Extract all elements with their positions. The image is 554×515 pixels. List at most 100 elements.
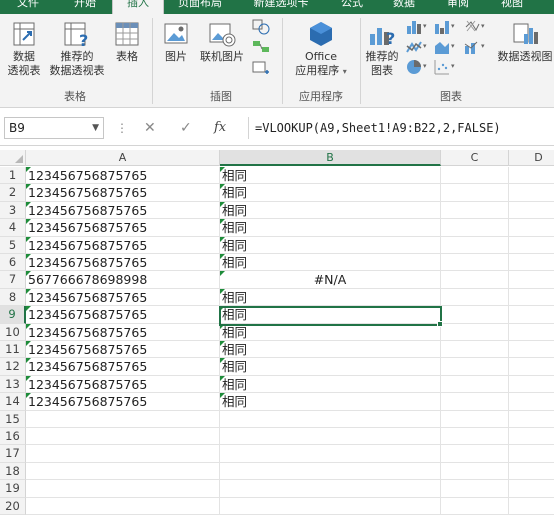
cell-d[interactable] [509,358,554,376]
column-header-c[interactable]: C [441,150,509,166]
cell-c[interactable] [441,428,509,446]
cell-b[interactable]: 相同 [220,288,441,307]
cell-a[interactable] [26,428,220,446]
row-header[interactable]: 12 [0,358,26,376]
row-header[interactable]: 19 [0,480,26,498]
select-all-button[interactable] [0,150,26,166]
shapes-button[interactable] [250,18,272,40]
office-apps-button[interactable]: Office 应用程序 ▾ [288,20,354,79]
cell-b[interactable]: 相同 [220,167,441,185]
cell-b[interactable]: 相同 [220,393,441,411]
cell-d[interactable] [509,219,554,237]
stock-chart-button[interactable]: ▾ [462,18,488,40]
recommended-pivot-button[interactable]: ? 推荐的 数据透视表 [46,20,108,78]
cell-a[interactable] [26,462,220,481]
cell-d[interactable] [509,341,554,359]
cell-b[interactable]: #N/A [220,271,441,289]
enter-icon[interactable]: ✓ [180,120,192,136]
cell-a[interactable] [26,480,220,498]
cell-a[interactable]: 123456756875765 [26,167,220,185]
cell-b[interactable] [220,445,441,463]
cell-b[interactable] [220,428,441,446]
row-header[interactable]: 11 [0,341,26,359]
cell-a[interactable]: 123456756875765 [26,341,220,359]
screenshot-button[interactable] [250,58,272,80]
cell-b[interactable]: 相同 [220,323,441,341]
recommended-charts-button[interactable]: ? 推荐的 图表 [362,20,402,78]
area-chart-button[interactable]: ▾ [432,38,458,60]
row-header[interactable]: 4 [0,219,26,237]
scatter-chart-button[interactable]: ▾ [432,58,458,80]
cell-c[interactable] [441,271,509,289]
table-button[interactable]: 表格 [110,20,144,64]
cell-a[interactable]: 123456756875765 [26,393,220,411]
cell-d[interactable] [509,498,554,515]
name-box[interactable]: B9 ▼ [4,117,104,139]
cell-d[interactable] [509,289,554,307]
formula-input[interactable]: =VLOOKUP(A9,Sheet1!A9:B22,2,FALSE) [248,117,554,139]
cell-a[interactable]: 123456756875765 [26,375,220,394]
chevron-down-icon[interactable]: ▼ [92,118,99,138]
row-header[interactable]: 8 [0,288,26,307]
cell-d[interactable] [509,463,554,481]
tab-formulas[interactable]: 公式 [330,0,374,14]
cell-b[interactable] [220,410,441,428]
tab-file[interactable]: 文件 [4,0,52,14]
cell-b[interactable]: 相同 [220,254,441,272]
cell-a[interactable]: 123456756875765 [26,184,220,202]
row-header[interactable]: 9 [0,306,26,324]
cell-c[interactable] [441,236,509,254]
cell-b[interactable]: 相同 [220,219,441,237]
cell-d[interactable] [509,324,554,341]
smartart-button[interactable] [250,38,272,60]
online-pictures-button[interactable]: 联机图片 [196,20,248,64]
cell-b[interactable] [220,480,441,498]
cell-a[interactable] [26,445,220,463]
cell-d[interactable] [509,376,554,394]
cell-c[interactable] [441,341,509,359]
insert-function-icon[interactable]: fx [214,120,226,136]
cell-c[interactable] [441,219,509,237]
row-header[interactable]: 14 [0,393,26,411]
tab-new-tab[interactable]: 新建选项卡 [242,0,320,14]
tab-insert[interactable]: 插入 [112,0,164,14]
cell-d[interactable] [509,202,554,220]
cell-c[interactable] [441,201,509,220]
line-chart-button[interactable]: ▾ [404,38,430,60]
cell-c[interactable] [441,358,509,376]
cell-a[interactable]: 123456756875765 [26,288,220,307]
bar-chart-button[interactable]: ▾ [432,18,458,40]
row-header[interactable]: 13 [0,375,26,394]
cell-d[interactable] [509,445,554,463]
row-header[interactable]: 2 [0,184,26,202]
cell-c[interactable] [441,167,509,185]
pivot-chart-button[interactable]: 数据透视图 [496,20,554,64]
cancel-icon[interactable]: ✕ [144,120,156,136]
cell-b[interactable]: 相同 [220,306,441,324]
cell-b[interactable]: 相同 [220,341,441,359]
row-header[interactable]: 5 [0,236,26,254]
row-header[interactable]: 7 [0,271,26,289]
cell-d[interactable] [509,306,554,324]
pivot-table-button[interactable]: 数据 透视表 [2,20,46,78]
cell-a[interactable]: 123456756875765 [26,219,220,237]
cell-d[interactable] [509,480,554,498]
cell-d[interactable] [509,237,554,254]
cell-d[interactable] [509,254,554,272]
tab-review[interactable]: 审阅 [436,0,480,14]
tab-home[interactable]: 开始 [60,0,110,14]
cell-a[interactable]: 123456756875765 [26,236,220,254]
row-header[interactable]: 3 [0,201,26,220]
fill-handle[interactable] [437,321,443,327]
cell-c[interactable] [441,410,509,428]
cell-c[interactable] [441,323,509,341]
column-header-d[interactable]: D [509,150,554,166]
row-header[interactable]: 17 [0,445,26,463]
column-header-b[interactable]: B [220,150,441,166]
cell-d[interactable] [509,411,554,428]
cell-b[interactable]: 相同 [220,184,441,202]
cell-b[interactable]: 相同 [220,201,441,220]
cell-a[interactable]: 567766678698998 [26,271,220,289]
row-header[interactable]: 10 [0,323,26,341]
cell-a[interactable]: 123456756875765 [26,306,220,324]
